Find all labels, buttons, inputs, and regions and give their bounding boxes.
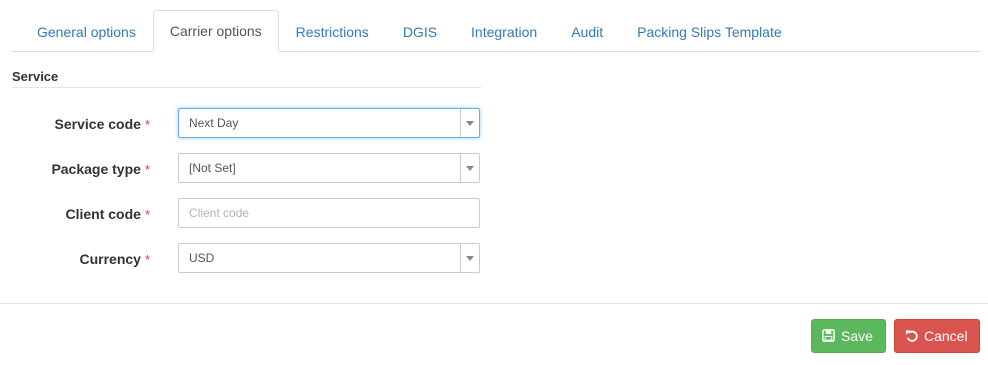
- client-code-row: Client code *: [0, 198, 490, 228]
- tab-dgis[interactable]: DGIS: [386, 11, 454, 51]
- currency-dropdown-toggle[interactable]: [460, 244, 479, 272]
- package-type-label: Package type *: [51, 161, 150, 177]
- service-code-select[interactable]: Next Day: [178, 108, 480, 138]
- service-code-row: Service code * Next Day: [0, 108, 490, 138]
- service-code-value: Next Day: [189, 116, 239, 130]
- required-marker: *: [144, 117, 150, 132]
- undo-icon: [905, 329, 919, 343]
- package-type-dropdown-toggle[interactable]: [460, 154, 479, 182]
- tab-bar: General options Carrier options Restrict…: [12, 10, 980, 52]
- tab-restrictions[interactable]: Restrictions: [279, 11, 386, 51]
- section-title: Service: [12, 69, 481, 88]
- tab-general-options[interactable]: General options: [12, 11, 153, 51]
- service-code-label: Service code *: [54, 116, 150, 132]
- required-marker: *: [144, 252, 150, 267]
- save-button[interactable]: Save: [811, 319, 886, 353]
- caret-down-icon: [466, 166, 474, 171]
- cancel-button[interactable]: Cancel: [894, 319, 980, 353]
- currency-select[interactable]: USD: [178, 243, 480, 273]
- caret-down-icon: [466, 256, 474, 261]
- currency-label: Currency *: [79, 251, 150, 267]
- tab-packing-slips-template[interactable]: Packing Slips Template: [620, 11, 798, 51]
- client-code-input[interactable]: [178, 198, 480, 228]
- client-code-label: Client code *: [65, 206, 150, 222]
- required-marker: *: [144, 162, 150, 177]
- package-type-row: Package type * [Not Set]: [0, 153, 490, 183]
- tab-audit[interactable]: Audit: [554, 11, 620, 51]
- tab-carrier-options[interactable]: Carrier options: [152, 10, 279, 52]
- cancel-button-label: Cancel: [924, 328, 968, 344]
- currency-value: USD: [189, 251, 215, 265]
- floppy-disk-icon: [822, 329, 836, 343]
- currency-row: Currency * USD: [0, 243, 490, 273]
- footer-divider: [0, 303, 988, 304]
- required-marker: *: [144, 207, 150, 222]
- package-type-value: [Not Set]: [189, 161, 236, 175]
- package-type-select[interactable]: [Not Set]: [178, 153, 480, 183]
- caret-down-icon: [466, 121, 474, 126]
- service-code-dropdown-toggle[interactable]: [460, 109, 479, 137]
- save-button-label: Save: [841, 328, 873, 344]
- tab-integration[interactable]: Integration: [454, 11, 554, 51]
